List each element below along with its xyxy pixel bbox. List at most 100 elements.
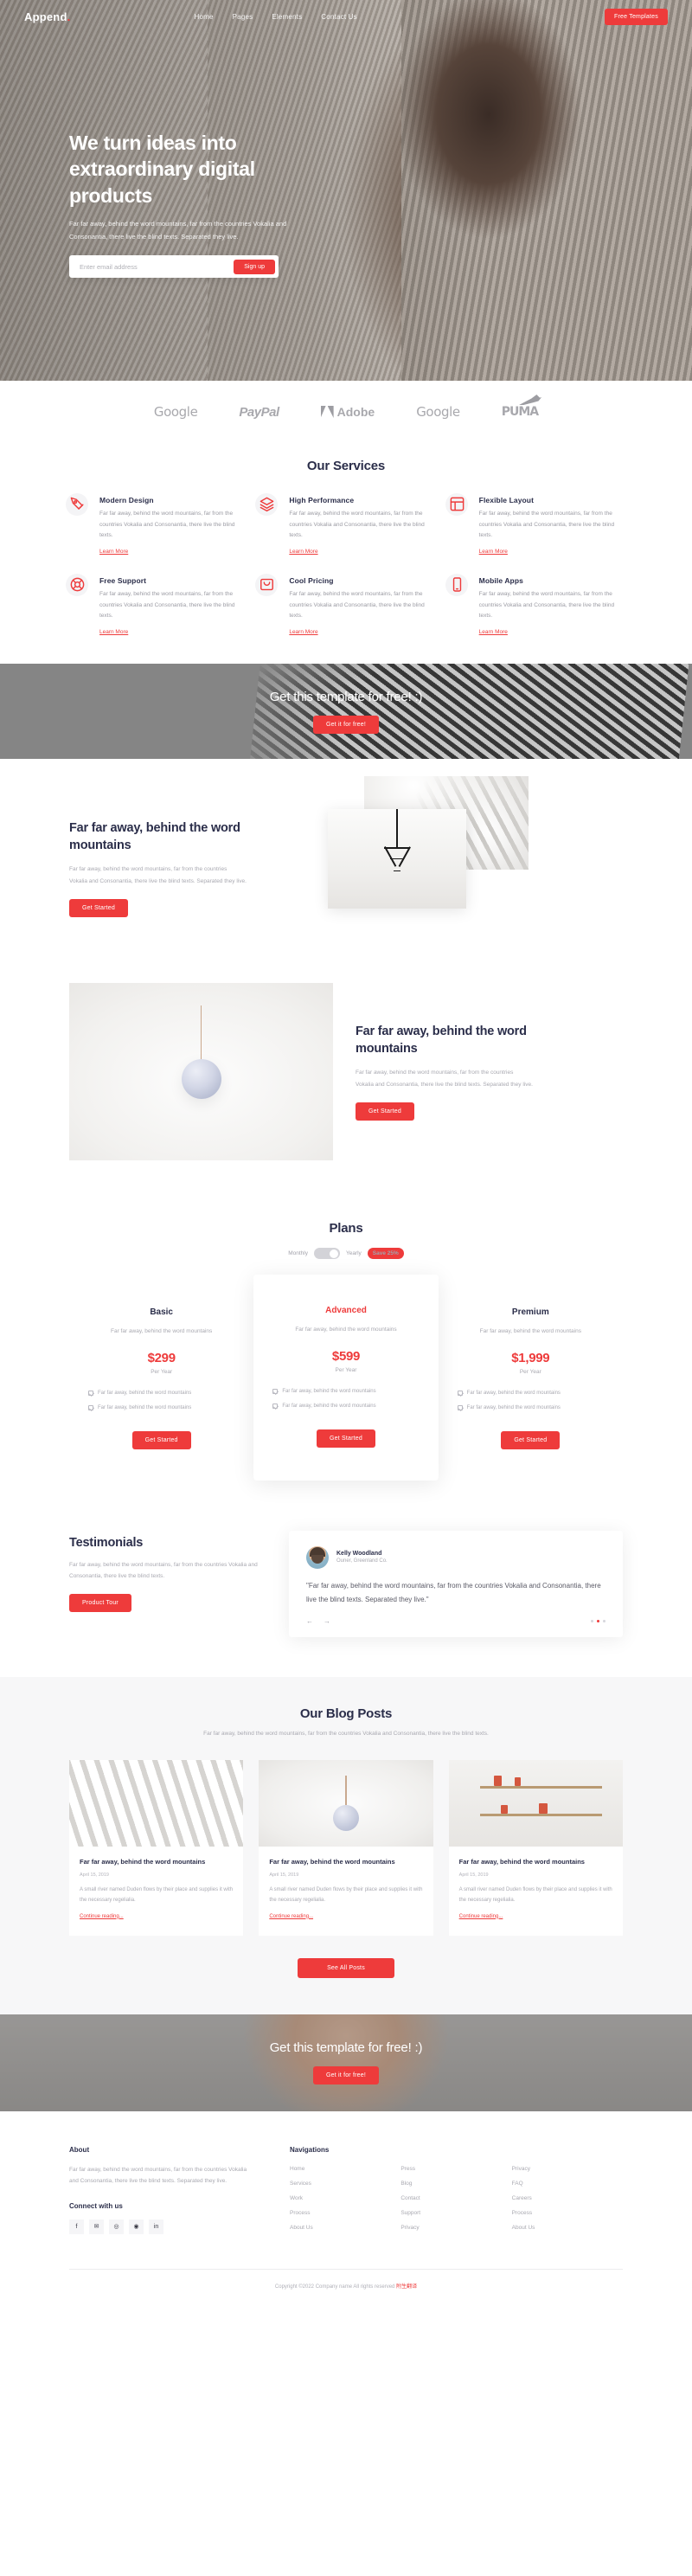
carousel-dot[interactable] — [603, 1619, 606, 1622]
feature-one-image-stack — [278, 776, 529, 940]
free-templates-button[interactable]: Free Templates — [605, 8, 668, 25]
service-card-free-support: Free Support Far far away, behind the wo… — [66, 574, 243, 638]
dribbble-icon[interactable]: ◉ — [129, 2219, 144, 2234]
testimonial-author-name: Kelly Woodland — [336, 1551, 382, 1558]
footer-link[interactable]: Blog — [400, 2181, 511, 2187]
footer-nav-column-1: Home Services Work Process About Us — [290, 2166, 400, 2239]
instagram-icon[interactable]: ◎ — [109, 2219, 124, 2234]
plan-get-started-button[interactable]: Get Started — [501, 1430, 561, 1449]
carousel-dot[interactable] — [591, 1619, 593, 1622]
see-all-posts-button[interactable]: See All Posts — [298, 1957, 394, 1978]
blog-post-card[interactable]: Far far away, behind the word mountains … — [259, 1760, 433, 1936]
signup-button[interactable]: Sign up — [234, 259, 275, 274]
footer-link[interactable]: Support — [400, 2210, 511, 2216]
footer-link[interactable]: Process — [290, 2210, 400, 2216]
footer-link[interactable]: About Us — [290, 2225, 400, 2231]
service-learn-more-link[interactable]: Learn More — [289, 549, 317, 555]
toggle-label-yearly[interactable]: Yearly — [346, 1250, 362, 1256]
blog-post-image — [69, 1760, 244, 1847]
puma-cat-icon — [519, 395, 542, 405]
feature-two-get-started-button[interactable]: Get Started — [356, 1102, 414, 1121]
logo-text: Append — [24, 10, 67, 23]
check-icon — [272, 1404, 279, 1410]
testimonials-title: Testimonials — [69, 1535, 144, 1550]
plans-title: Plans — [329, 1221, 363, 1237]
service-learn-more-link[interactable]: Learn More — [289, 629, 317, 635]
service-text: Far far away, behind the word mountains,… — [478, 591, 615, 620]
cta-get-it-free-button[interactable]: Get it for free! — [313, 715, 379, 734]
footer-link[interactable]: Work — [290, 2195, 400, 2201]
service-learn-more-link[interactable]: Learn More — [99, 629, 128, 635]
nav-item-pages[interactable]: Pages — [233, 13, 253, 21]
footer-link[interactable]: FAQ — [512, 2181, 623, 2187]
footer-connect-heading: Connect with us — [69, 2201, 123, 2210]
plan-feature-text: Far far away, behind the word mountains — [282, 1389, 376, 1395]
site-logo[interactable]: Append. — [24, 10, 70, 23]
plan-features: Far far away, behind the word mountains … — [457, 1389, 604, 1413]
continue-reading-link[interactable]: Continue reading... — [269, 1914, 313, 1919]
nav-item-home[interactable]: Home — [195, 13, 214, 21]
linkedin-icon[interactable]: in — [149, 2219, 163, 2234]
check-icon — [88, 1391, 93, 1397]
service-text: Far far away, behind the word mountains,… — [289, 511, 425, 539]
footer-link[interactable]: About Us — [512, 2225, 623, 2231]
feature-one-paragraph: Far far away, behind the word mountains,… — [69, 866, 247, 884]
footer-link[interactable]: Services — [290, 2181, 400, 2187]
testimonial-card: Kelly Woodland Ouner, Greenland Co. "Far… — [289, 1530, 623, 1637]
blog-post-card[interactable]: Far far away, behind the word mountains … — [69, 1760, 244, 1936]
cta-overlay — [0, 664, 692, 760]
footer-link[interactable]: Careers — [512, 2195, 623, 2201]
plan-get-started-button[interactable]: Get Started — [316, 1429, 375, 1448]
footer-link[interactable]: Contact — [400, 2195, 511, 2201]
social-links: f ✉ ◎ ◉ in — [69, 2219, 255, 2234]
check-icon — [272, 1389, 279, 1395]
toggle-label-monthly[interactable]: Monthly — [288, 1250, 308, 1256]
nav-item-contact-us[interactable]: Contact Us — [321, 13, 357, 21]
copyright-text: Copyright ©2022 Company name All rights … — [274, 2284, 395, 2290]
footer-navigations: Navigations Home Services Work Process A… — [290, 2146, 623, 2239]
billing-toggle-switch[interactable] — [313, 1248, 340, 1260]
footer-link[interactable]: Press — [400, 2166, 511, 2172]
services-grid: Modern Design Far far away, behind the w… — [66, 493, 623, 638]
service-learn-more-link[interactable]: Learn More — [99, 549, 128, 555]
arrow-left-icon[interactable]: ← — [306, 1617, 313, 1625]
pen-nib-icon — [66, 493, 92, 518]
plan-desc: Far far away, behind the word mountains — [479, 1328, 581, 1335]
blog-post-excerpt: A small river named Duden flows by their… — [458, 1887, 612, 1903]
footer-link[interactable]: Privacy — [400, 2225, 511, 2231]
cta-banner-bottom: Get this template for free! :) Get it fo… — [0, 2014, 692, 2111]
twitter-icon[interactable]: ✉ — [89, 2219, 104, 2234]
plan-get-started-button[interactable]: Get Started — [131, 1430, 191, 1449]
plan-name: Basic — [150, 1307, 173, 1318]
footer-nav-column-2: Press Blog Contact Support Privacy — [400, 2166, 511, 2239]
testimonials-section: Testimonials Far far away, behind the wo… — [0, 1505, 692, 1677]
cta2-get-it-free-button[interactable]: Get it for free! — [313, 2066, 379, 2085]
footer-link[interactable]: Home — [290, 2166, 400, 2172]
continue-reading-link[interactable]: Continue reading... — [459, 1914, 503, 1919]
layout-icon — [445, 493, 471, 518]
product-tour-button[interactable]: Product Tour — [69, 1594, 131, 1613]
layers-icon — [255, 493, 281, 518]
nav-item-elements[interactable]: Elements — [272, 13, 302, 21]
carousel-dot-active[interactable] — [597, 1619, 599, 1622]
arrow-right-icon[interactable]: → — [324, 1617, 330, 1625]
service-title: Mobile Apps — [478, 576, 523, 586]
blog-post-image — [448, 1760, 623, 1847]
blog-post-card[interactable]: Far far away, behind the word mountains … — [448, 1760, 623, 1936]
feature-one-get-started-button[interactable]: Get Started — [69, 898, 128, 917]
service-text: Far far away, behind the word mountains,… — [289, 591, 425, 620]
footer-link[interactable]: Privacy — [512, 2166, 623, 2172]
pendant-lamp-image — [328, 809, 466, 909]
mobile-icon — [445, 574, 471, 599]
footer-link[interactable]: Process — [512, 2210, 623, 2216]
service-learn-more-link[interactable]: Learn More — [479, 629, 508, 635]
email-input[interactable]: Enter email address — [80, 263, 234, 271]
service-learn-more-link[interactable]: Learn More — [479, 549, 508, 555]
logo-adobe-text: Adobe — [336, 405, 375, 419]
adobe-mark-icon — [320, 406, 334, 418]
hero-paragraph: Far far away, behind the word mountains,… — [69, 220, 287, 241]
facebook-icon[interactable]: f — [69, 2219, 84, 2234]
plans-section: Plans Monthly Yearly Save 25% Basic Far … — [0, 1198, 692, 1505]
continue-reading-link[interactable]: Continue reading... — [80, 1914, 124, 1919]
testimonials-paragraph: Far far away, behind the word mountains,… — [69, 1561, 258, 1579]
